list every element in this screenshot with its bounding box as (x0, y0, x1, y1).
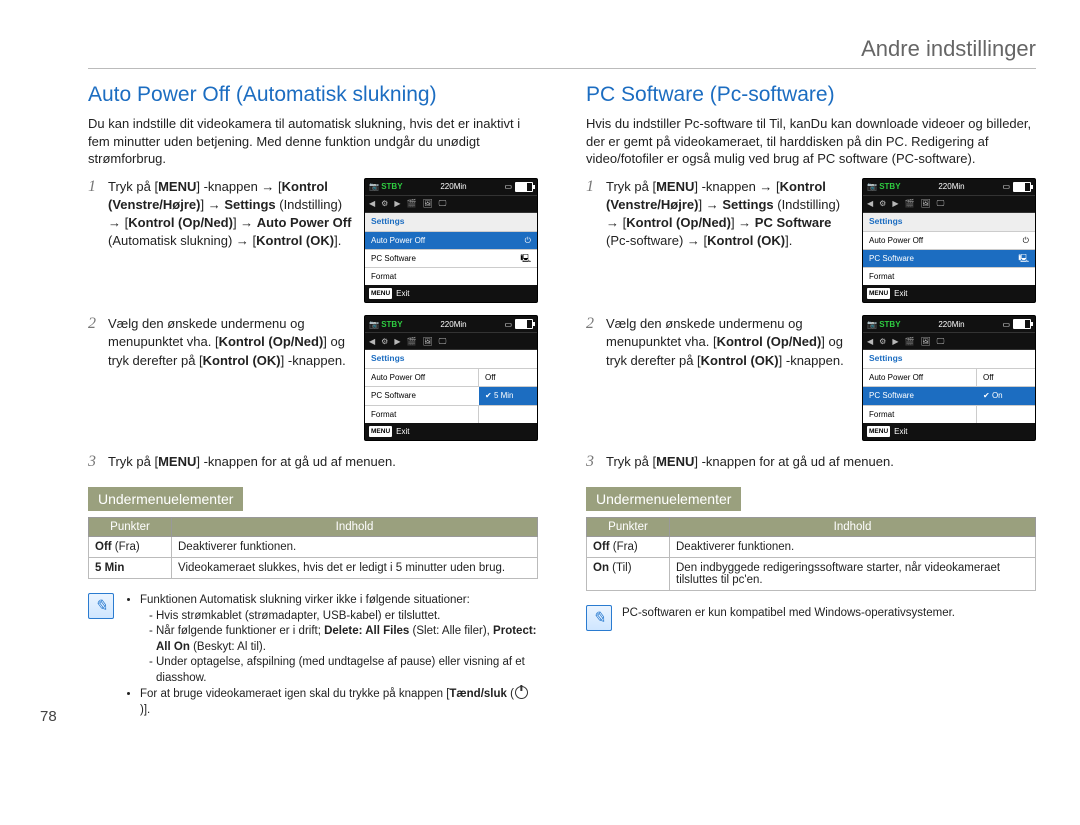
table-row: On (Til) Den indbyggede redigeringssoftw… (587, 558, 1036, 591)
left-column: Auto Power Off (Automatisk slukning) Du … (88, 83, 538, 718)
r-step1-text: 📷 STBY 220Min ▭ ◀⚙▶🎬🖼🖵 Settings Auto Pow… (606, 178, 1036, 310)
table-row: Off (Fra) Deaktiverer funktionen. (89, 537, 538, 558)
note-icon: ✎ (88, 593, 114, 619)
camera-screen-1-left: 📷 STBY 220Min ▭ ◀⚙▶🎬🖼🖵 Settings Auto Pow… (364, 178, 538, 304)
left-subheading: Undermenuelementer (88, 487, 243, 511)
step-number: 1 (586, 178, 606, 196)
r-step2-text: 📷 STBY 220Min ▭ ◀⚙▶🎬🖼🖵 Settings Auto Pow… (606, 315, 1036, 447)
left-intro: Du kan indstille dit videokamera til aut… (88, 115, 538, 168)
left-title: Auto Power Off (Automatisk slukning) (88, 83, 538, 107)
left-options-table: Punkter Indhold Off (Fra) Deaktiverer fu… (88, 517, 538, 579)
step-number: 2 (88, 315, 108, 333)
right-note: ✎ PC-softwaren er kun kompatibel med Win… (586, 605, 1036, 631)
left-note: ✎ Funktionen Automatisk slukning virker … (88, 593, 538, 718)
right-intro: Hvis du indstiller Pc-software til Til, … (586, 115, 1036, 168)
step3-text: Tryk på [MENU] -knappen for at gå ud af … (108, 453, 538, 471)
right-title: PC Software (Pc-software) (586, 83, 1036, 107)
step-number: 2 (586, 315, 606, 333)
step-number: 3 (88, 453, 108, 471)
r-step3-text: Tryk på [MENU] -knappen for at gå ud af … (606, 453, 1036, 471)
step-number: 1 (88, 178, 108, 196)
power-icon (515, 686, 528, 699)
page-header: Andre indstillinger (88, 36, 1036, 69)
step2-text: 📷 STBY 220Min ▭ ◀⚙▶🎬🖼🖵 Settings Auto Pow… (108, 315, 538, 447)
right-options-table: Punkter Indhold Off (Fra) Deaktiverer fu… (586, 517, 1036, 591)
camera-screen-2-left: 📷 STBY 220Min ▭ ◀⚙▶🎬🖼🖵 Settings Auto Pow… (364, 315, 538, 441)
camera-screen-1-right: 📷 STBY 220Min ▭ ◀⚙▶🎬🖼🖵 Settings Auto Pow… (862, 178, 1036, 304)
step-number: 3 (586, 453, 606, 471)
table-row: Off (Fra) Deaktiverer funktionen. (587, 537, 1036, 558)
camera-screen-2-right: 📷 STBY 220Min ▭ ◀⚙▶🎬🖼🖵 Settings Auto Pow… (862, 315, 1036, 441)
step1-text: 📷 STBY 220Min ▭ ◀⚙▶🎬🖼🖵 Settings Auto Pow… (108, 178, 538, 310)
page-number: 78 (40, 708, 57, 725)
note-icon: ✎ (586, 605, 612, 631)
right-column: PC Software (Pc-software) Hvis du indsti… (586, 83, 1036, 718)
right-subheading: Undermenuelementer (586, 487, 741, 511)
table-row: 5 Min Videokameraet slukkes, hvis det er… (89, 558, 538, 579)
